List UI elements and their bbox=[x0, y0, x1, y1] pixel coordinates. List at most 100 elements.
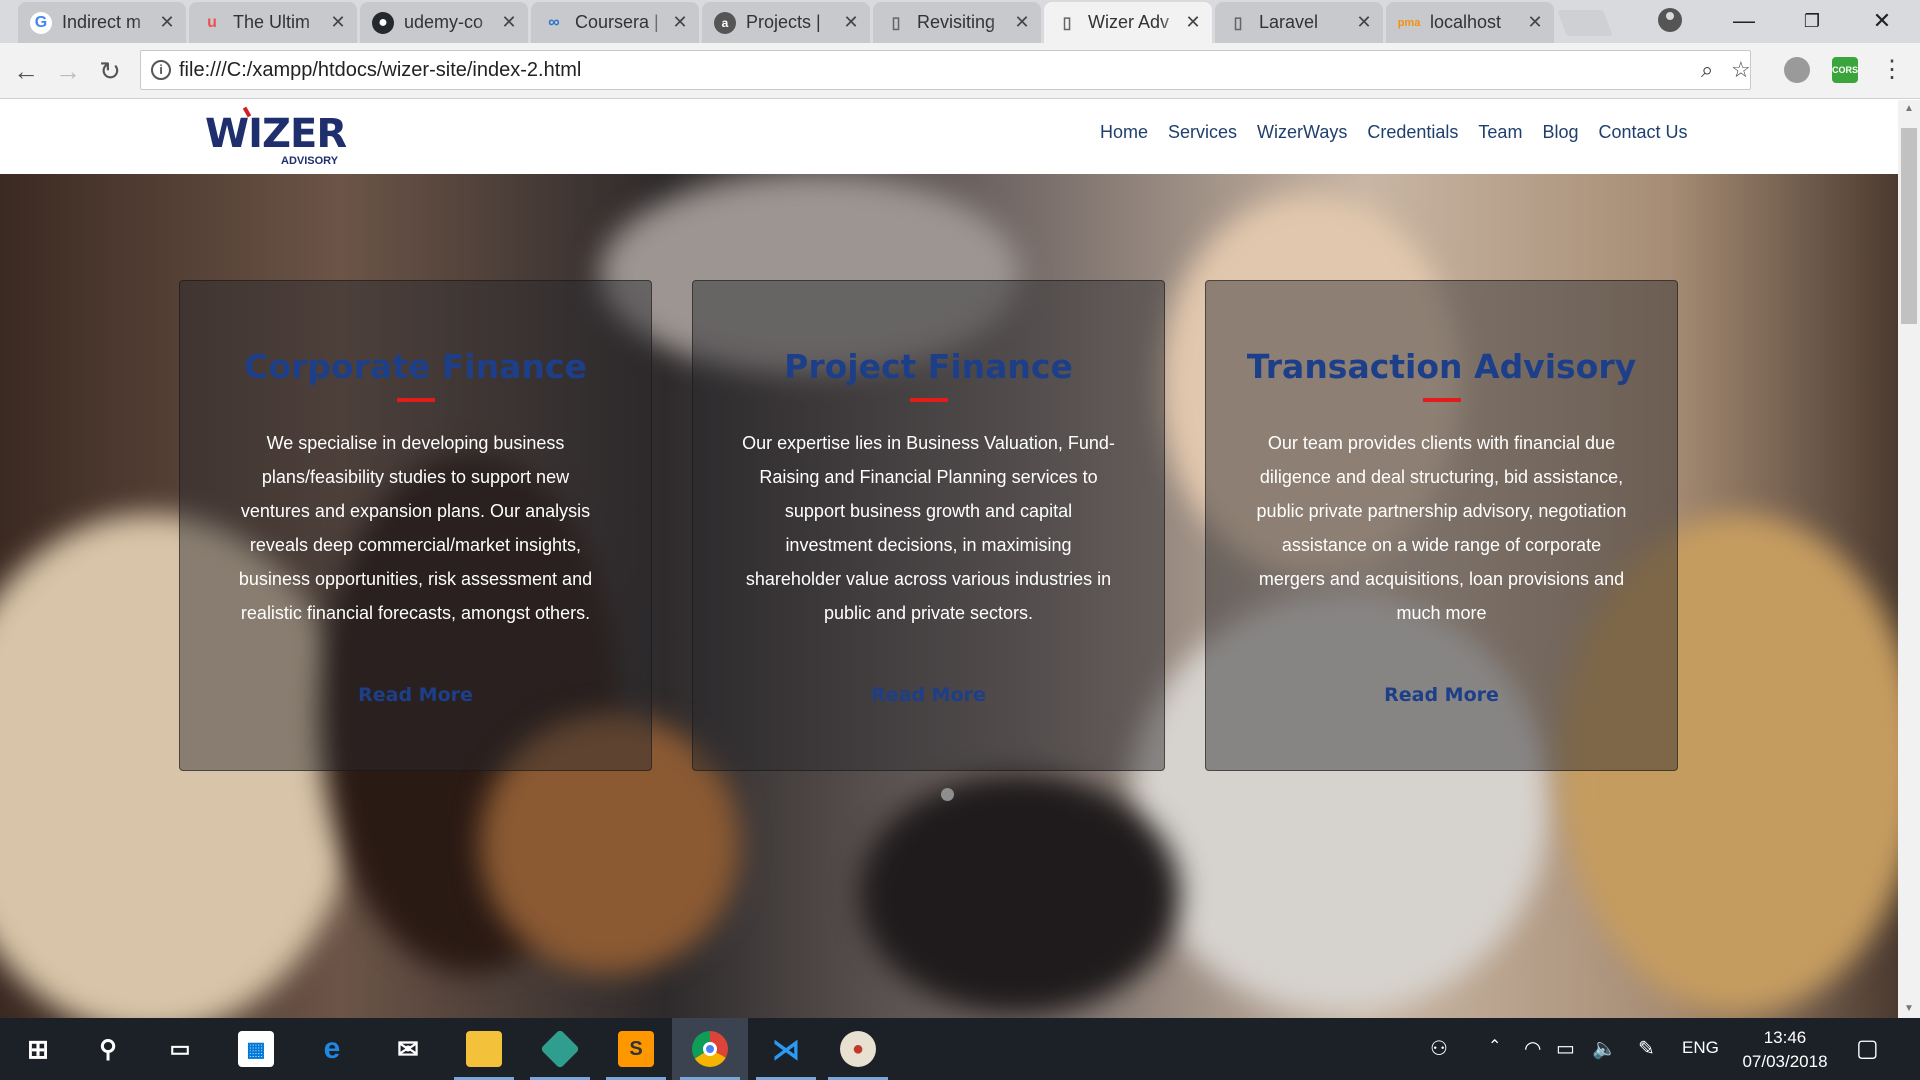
tab-projects[interactable]: a Projects | ✕ bbox=[702, 2, 870, 43]
nav-home[interactable]: Home bbox=[1100, 122, 1148, 143]
tab-indirect[interactable]: G Indirect m ✕ bbox=[18, 2, 186, 43]
card-body: Our expertise lies in Business Valuation… bbox=[742, 433, 1115, 623]
logo-subtitle: ADVISORY bbox=[281, 155, 339, 167]
cors-label: CORS bbox=[1832, 65, 1859, 75]
language-indicator[interactable]: ENG bbox=[1682, 1038, 1719, 1058]
edge-button[interactable]: e bbox=[294, 1018, 370, 1080]
start-button[interactable]: ⊞ bbox=[0, 1018, 76, 1080]
tab-title: Coursera | bbox=[575, 12, 659, 32]
close-icon[interactable]: ✕ bbox=[1184, 12, 1202, 33]
tab-coursera[interactable]: ∞ Coursera | ✕ bbox=[531, 2, 699, 43]
chrome-button[interactable] bbox=[672, 1018, 748, 1080]
scroll-down-arrow[interactable]: ▼ bbox=[1898, 1000, 1920, 1018]
restore-button[interactable]: ❐ bbox=[1792, 6, 1832, 36]
action-center-icon[interactable]: ▢ bbox=[1856, 1034, 1879, 1063]
chrome-icon bbox=[692, 1031, 728, 1067]
file-explorer-button[interactable] bbox=[446, 1018, 522, 1080]
close-icon[interactable]: ✕ bbox=[1013, 12, 1031, 33]
bookmark-star-icon[interactable]: ☆ bbox=[1731, 57, 1751, 83]
tab-title: Laravel bbox=[1259, 12, 1319, 32]
scrollbar-thumb[interactable] bbox=[1901, 128, 1917, 324]
git-kraken-button[interactable] bbox=[522, 1018, 598, 1080]
zoom-icon[interactable]: ⌕ bbox=[1701, 57, 1713, 83]
tab-ultimate[interactable]: u The Ultim ✕ bbox=[189, 2, 357, 43]
close-icon[interactable]: ✕ bbox=[500, 12, 518, 33]
people-icon[interactable]: ⚇ bbox=[1430, 1036, 1448, 1061]
read-more-link[interactable]: Read More bbox=[1206, 684, 1677, 706]
edge-icon: e bbox=[323, 1032, 341, 1065]
task-view-button[interactable]: ▭ bbox=[142, 1018, 218, 1080]
close-window-button[interactable]: ✕ bbox=[1862, 6, 1902, 36]
tab-title: localhost bbox=[1430, 12, 1502, 32]
chrome-center bbox=[703, 1042, 717, 1056]
profile-icon[interactable] bbox=[1658, 8, 1682, 32]
card-divider bbox=[1422, 398, 1461, 402]
mail-button[interactable]: ✉ bbox=[370, 1018, 446, 1080]
tab-udemy-github[interactable]: ● udemy-co ✕ bbox=[360, 2, 528, 43]
store-button[interactable]: ▦ bbox=[218, 1018, 294, 1080]
clock[interactable]: 13:46 07/03/2018 bbox=[1730, 1026, 1840, 1074]
show-hidden-icons[interactable]: ⌃ bbox=[1488, 1036, 1501, 1056]
close-icon[interactable]: ✕ bbox=[842, 12, 860, 33]
close-icon[interactable]: ✕ bbox=[1526, 12, 1544, 33]
tab-revisiting[interactable]: ▯ Revisiting ✕ bbox=[873, 2, 1041, 43]
browser-toolbar: ← → ↻ i file:///C:/xampp/htdocs/wizer-si… bbox=[0, 43, 1920, 99]
back-button[interactable]: ← bbox=[8, 53, 44, 89]
carousel-indicator[interactable] bbox=[941, 788, 954, 801]
new-tab-button[interactable] bbox=[1557, 10, 1613, 36]
nav-wizerways[interactable]: WizerWays bbox=[1257, 122, 1347, 143]
service-card-corporate-finance: Corporate Finance We specialise in devel… bbox=[179, 280, 652, 771]
page-icon: ▯ bbox=[1062, 14, 1072, 32]
phpmyadmin-icon: pma bbox=[1397, 16, 1421, 29]
reload-button[interactable]: ↻ bbox=[92, 53, 128, 89]
close-icon[interactable]: ✕ bbox=[158, 12, 176, 33]
extension-icon[interactable] bbox=[1784, 57, 1810, 83]
sublime-text-button[interactable]: S bbox=[598, 1018, 674, 1080]
pen-icon[interactable]: ✎ bbox=[1638, 1036, 1655, 1061]
read-more-link[interactable]: Read More bbox=[180, 684, 651, 706]
wizer-logo[interactable]: WIZER ADVISORY bbox=[199, 103, 355, 169]
tab-localhost[interactable]: pma localhost ✕ bbox=[1386, 2, 1554, 43]
address-bar[interactable]: i file:///C:/xampp/htdocs/wizer-site/ind… bbox=[140, 50, 1751, 90]
cors-extension-icon[interactable]: CORS bbox=[1832, 57, 1858, 83]
start-icon: ⊞ bbox=[27, 1033, 49, 1064]
tab-laravel[interactable]: ▯ Laravel ✕ bbox=[1215, 2, 1383, 43]
close-icon[interactable]: ✕ bbox=[1355, 12, 1373, 33]
file-explorer-icon bbox=[466, 1031, 502, 1067]
google-icon: G bbox=[30, 11, 52, 34]
minimize-button[interactable]: — bbox=[1724, 6, 1764, 36]
read-more-link[interactable]: Read More bbox=[693, 684, 1164, 706]
hero-section: Corporate Finance We specialise in devel… bbox=[0, 174, 1898, 1018]
nav-credentials[interactable]: Credentials bbox=[1367, 122, 1458, 143]
card-title: Transaction Advisory bbox=[1246, 347, 1637, 386]
vscode-button[interactable]: ⋊ bbox=[748, 1018, 824, 1080]
search-icon: ⚲ bbox=[99, 1035, 117, 1063]
wifi-icon[interactable]: ◠ bbox=[1524, 1036, 1541, 1061]
nav-services[interactable]: Services bbox=[1168, 122, 1237, 143]
projects-icon: a bbox=[714, 11, 736, 34]
coursera-icon: ∞ bbox=[548, 13, 560, 31]
tab-wizer-advisory[interactable]: ▯ Wizer Adv ✕ bbox=[1044, 2, 1212, 43]
udemy-icon: u bbox=[207, 13, 217, 31]
page-icon: ▯ bbox=[1233, 14, 1243, 32]
close-icon[interactable]: ✕ bbox=[671, 12, 689, 33]
paint-button[interactable]: ● bbox=[820, 1018, 896, 1080]
url-text: file:///C:/xampp/htdocs/wizer-site/index… bbox=[179, 59, 582, 81]
battery-icon[interactable]: ▭ bbox=[1556, 1036, 1575, 1061]
tab-title: The Ultim bbox=[233, 12, 311, 32]
search-button[interactable]: ⚲ bbox=[70, 1018, 146, 1080]
volume-icon[interactable]: 🔈 bbox=[1592, 1036, 1617, 1061]
scroll-up-arrow[interactable]: ▲ bbox=[1898, 100, 1920, 118]
vscode-icon: ⋊ bbox=[772, 1033, 800, 1065]
nav-contact-us[interactable]: Contact Us bbox=[1598, 122, 1687, 143]
mail-icon: ✉ bbox=[397, 1033, 419, 1064]
nav-team[interactable]: Team bbox=[1478, 122, 1522, 143]
forward-button[interactable]: → bbox=[50, 53, 86, 89]
service-card-transaction-advisory: Transaction Advisory Our team provides c… bbox=[1205, 280, 1678, 771]
info-icon[interactable]: i bbox=[151, 60, 171, 80]
nav-blog[interactable]: Blog bbox=[1542, 122, 1578, 143]
paint-icon: ● bbox=[840, 1031, 876, 1067]
git-kraken-icon bbox=[540, 1029, 580, 1069]
close-icon[interactable]: ✕ bbox=[329, 12, 347, 33]
browser-menu-icon[interactable]: ⋮ bbox=[1880, 55, 1904, 84]
